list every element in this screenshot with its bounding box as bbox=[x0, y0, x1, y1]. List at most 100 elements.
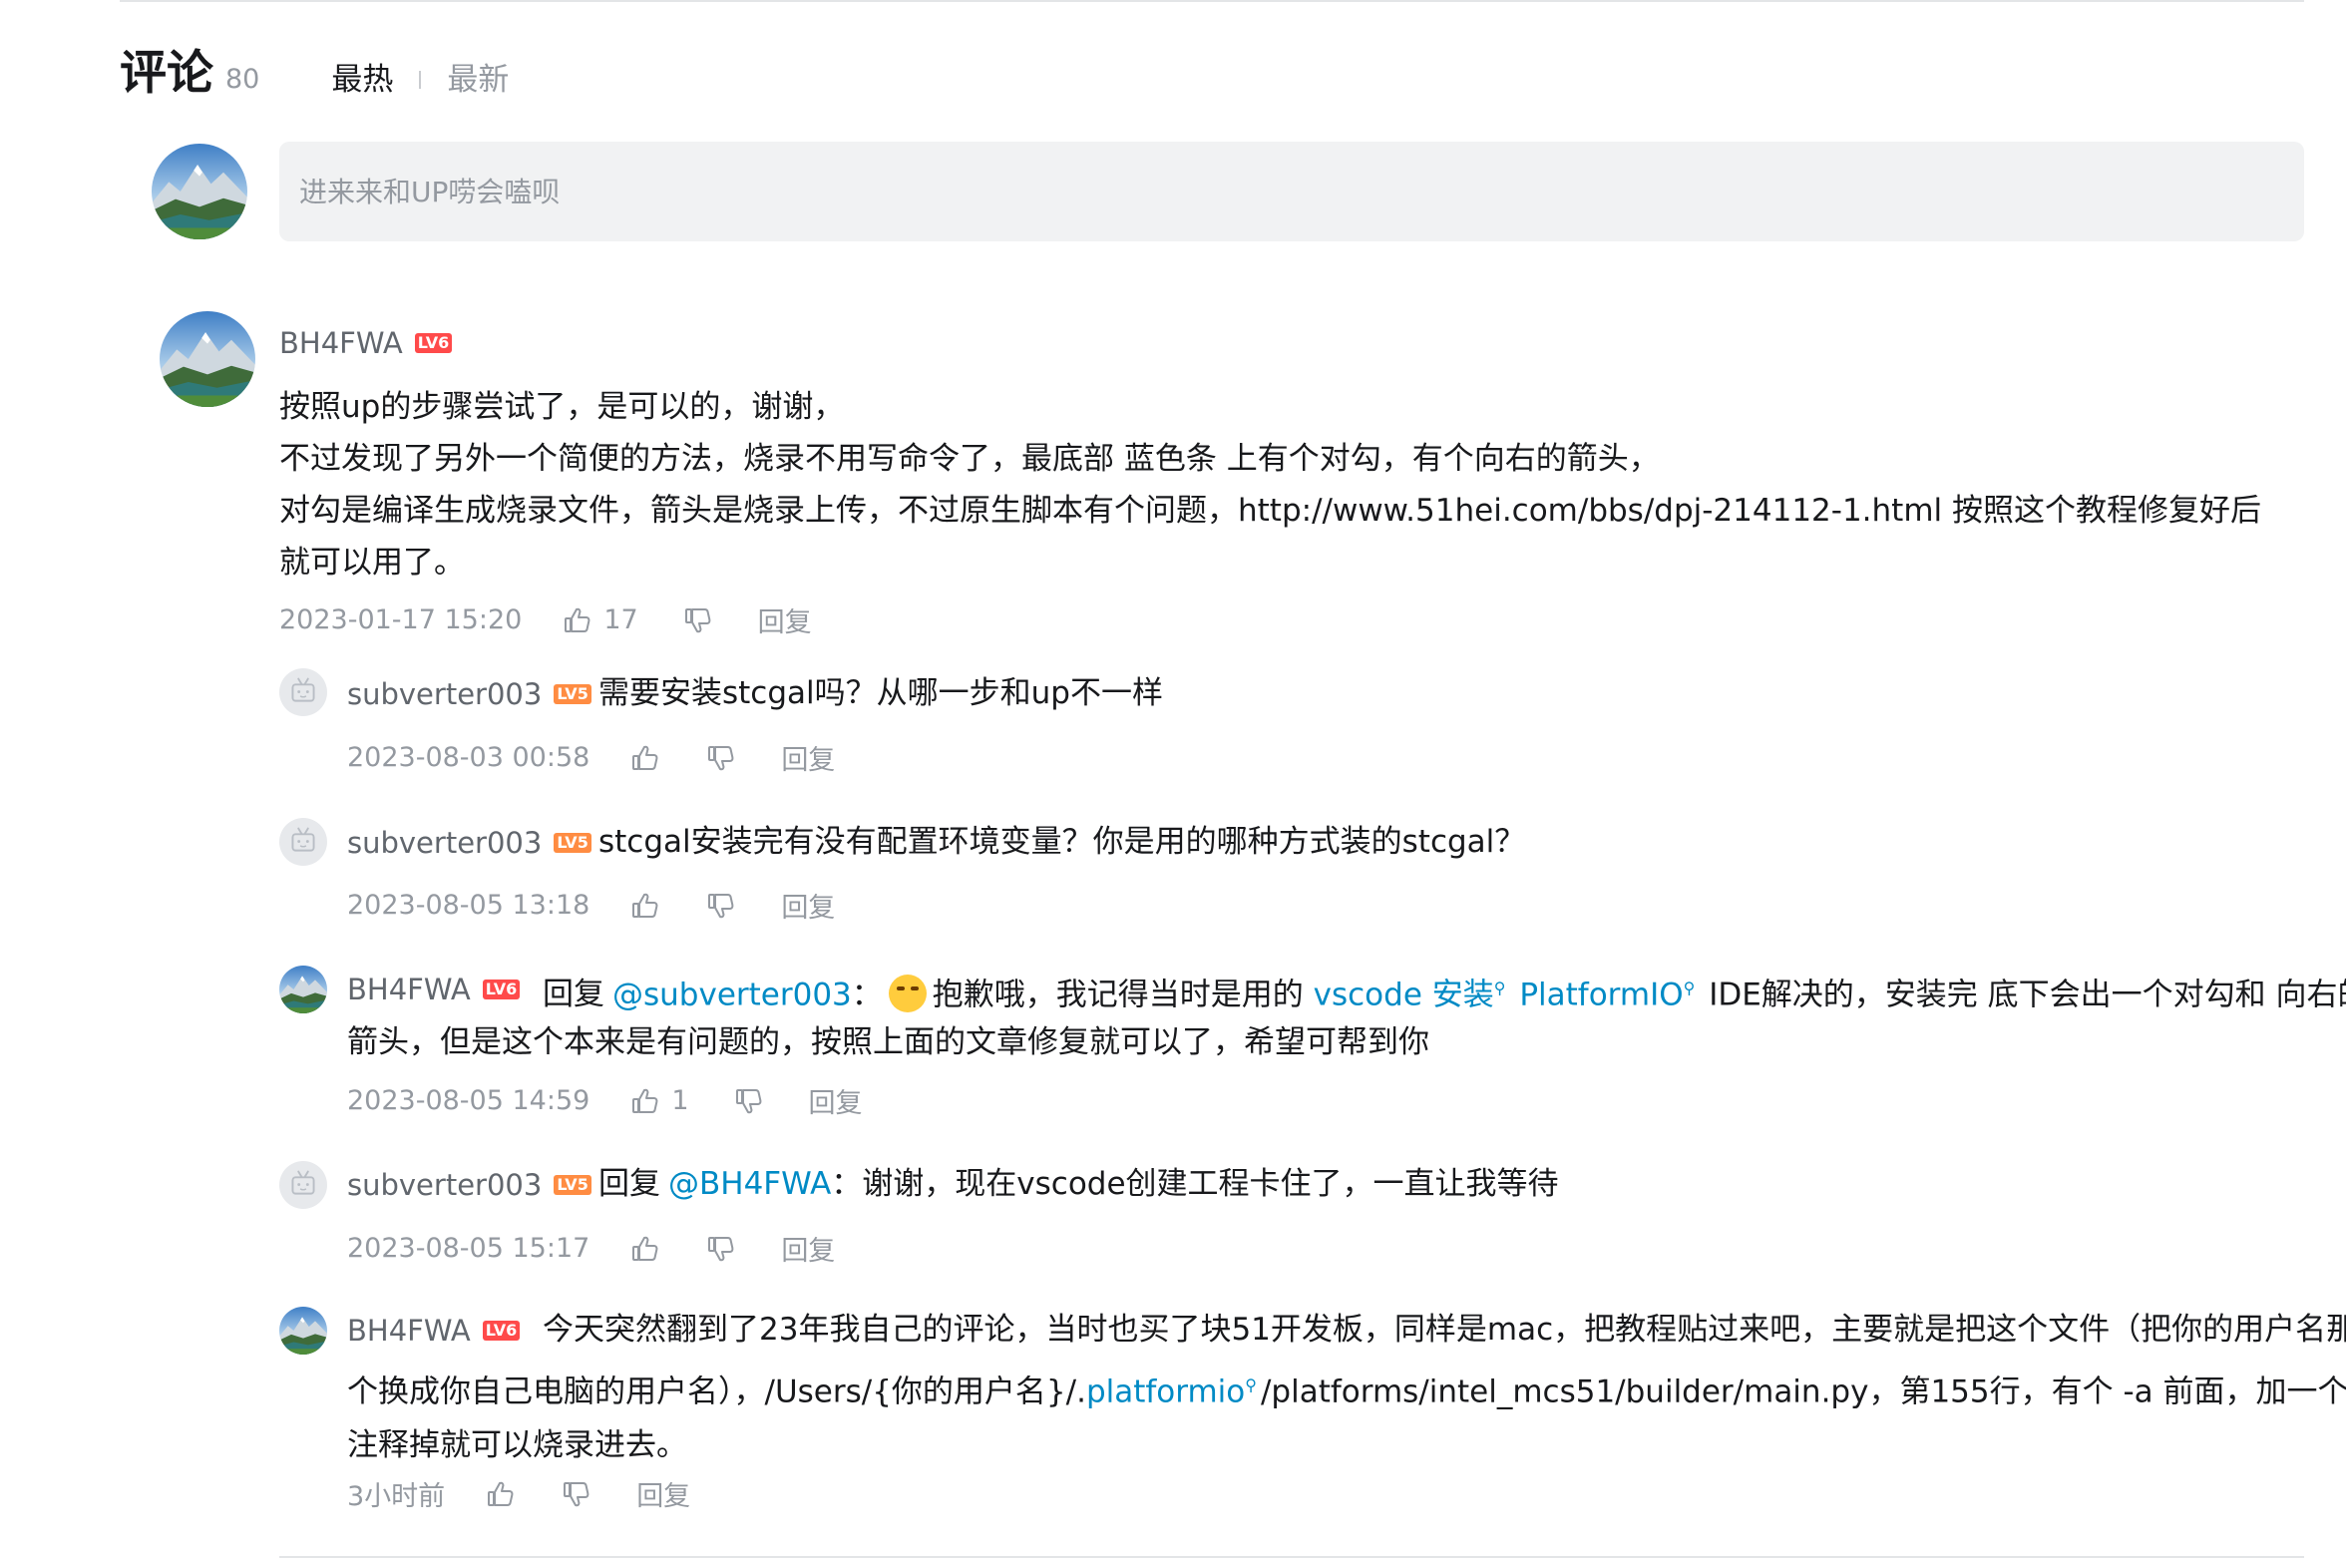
reply-author: BH4FWA LV6 bbox=[347, 972, 521, 1007]
thumb-down-icon bbox=[733, 1085, 765, 1117]
comment-input[interactable] bbox=[279, 142, 2304, 241]
level-badge: LV5 bbox=[554, 833, 591, 853]
username[interactable]: BH4FWA bbox=[279, 325, 403, 361]
like-button[interactable]: 1 bbox=[629, 1085, 689, 1117]
level-badge: LV6 bbox=[414, 333, 453, 353]
avatar[interactable] bbox=[279, 966, 327, 1013]
reply-text: 个换成你自己电脑的用户名），/Users/{你的用户名}/. bbox=[347, 1373, 1086, 1410]
reply-button[interactable]: 回复 bbox=[781, 738, 835, 777]
reply-button[interactable]: 回复 bbox=[809, 1081, 863, 1120]
reply-content: 需要安装stcgal吗？从哪一步和up不一样 bbox=[598, 666, 1163, 720]
username[interactable]: BH4FWA bbox=[347, 972, 471, 1007]
level-badge: LV6 bbox=[482, 1321, 521, 1341]
comments-header: 评论 80 最热 最新 bbox=[120, 40, 509, 102]
sort-new-tab[interactable]: 最新 bbox=[447, 58, 509, 102]
like-button[interactable] bbox=[485, 1478, 517, 1510]
reply-time: 2023-08-05 14:59 bbox=[347, 1085, 590, 1116]
reply-author: BH4FWA LV6 bbox=[347, 1313, 521, 1349]
bottom-divider bbox=[279, 1556, 2304, 1558]
dislike-button[interactable] bbox=[705, 890, 737, 922]
search-icon: ⚲ bbox=[1683, 979, 1696, 997]
avatar[interactable] bbox=[279, 668, 327, 716]
reply-button[interactable]: 回复 bbox=[781, 886, 835, 925]
reply-colon: ： bbox=[851, 977, 883, 1013]
reply-line: 今天突然翻到了23年我自己的评论，当时也买了块51开发板，同样是mac，把教程贴… bbox=[543, 1312, 2346, 1348]
reply-time: 3小时前 bbox=[347, 1481, 446, 1512]
avatar[interactable] bbox=[279, 818, 327, 866]
reply-content-continued: 个换成你自己电脑的用户名），/Users/{你的用户名}/.platformio… bbox=[347, 1359, 2346, 1472]
my-avatar[interactable] bbox=[152, 144, 247, 239]
username[interactable]: subverter003 bbox=[347, 676, 542, 712]
dislike-button[interactable] bbox=[561, 1478, 592, 1510]
reply-line: 个换成你自己电脑的用户名），/Users/{你的用户名}/.platformio… bbox=[347, 1359, 2346, 1418]
like-count: 1 bbox=[671, 1085, 689, 1116]
sort-divider bbox=[419, 71, 422, 89]
reply-line: 回复 @subverter003： 抱歉哦，我记得当时是用的 vscode 安装⚲ … bbox=[543, 962, 2346, 1021]
avatar[interactable] bbox=[160, 311, 255, 407]
reply-prefix: 回复 bbox=[543, 977, 604, 1013]
search-link[interactable]: platformio bbox=[1086, 1373, 1245, 1409]
reply-content-continued: 箭头，但是这个本来是有问题的，按照上面的文章修复就可以了，希望可帮到你 bbox=[347, 1015, 1429, 1069]
dislike-button[interactable] bbox=[733, 1085, 765, 1117]
username[interactable]: subverter003 bbox=[347, 825, 542, 861]
reply-time: 2023-08-05 13:18 bbox=[347, 890, 590, 921]
reply-info: 2023-08-03 00:58 回复 bbox=[347, 738, 835, 777]
comment-line: 就可以用了。 bbox=[279, 545, 465, 581]
like-button[interactable]: 17 bbox=[562, 604, 638, 636]
search-icon: ⚲ bbox=[1245, 1375, 1257, 1394]
mention-link[interactable]: @BH4FWA bbox=[668, 1166, 831, 1202]
thumb-up-icon bbox=[562, 604, 593, 636]
thumb-up-icon bbox=[485, 1478, 517, 1510]
reply-text: IDE解决的，安装完 底下会出一个对勾和 向右的 bbox=[1709, 977, 2346, 1013]
reply-button[interactable]: 回复 bbox=[758, 600, 812, 639]
comment-content: 按照up的步骤尝试了，是可以的，谢谢， 不过发现了另外一个简便的方法，烧录不用写… bbox=[279, 381, 2261, 588]
reply-content: 回复 @BH4FWA：谢谢，现在vscode创建工程卡住了，一直让我等待 bbox=[598, 1157, 1559, 1211]
reply-line: 箭头，但是这个本来是有问题的，按照上面的文章修复就可以了，希望可帮到你 bbox=[347, 1024, 1429, 1060]
comment-line: 按照up的步骤尝试了，是可以的，谢谢， bbox=[279, 389, 845, 425]
reply-text: 抱歉哦，我记得当时是用的 bbox=[932, 977, 1304, 1013]
reply-line: 注释掉就可以烧录进去。 bbox=[347, 1427, 687, 1464]
reply-info: 3小时前 回复 bbox=[347, 1474, 690, 1513]
level-badge: LV6 bbox=[482, 980, 521, 999]
reply-line: 需要安装stcgal吗？从哪一步和up不一样 bbox=[598, 675, 1163, 711]
reply-author: subverter003 LV5 bbox=[347, 676, 591, 712]
like-button[interactable] bbox=[629, 742, 661, 774]
avatar[interactable] bbox=[279, 1161, 327, 1209]
thumb-down-icon bbox=[561, 1478, 592, 1510]
reply-content: 今天突然翻到了23年我自己的评论，当时也买了块51开发板，同样是mac，把教程贴… bbox=[543, 1303, 2346, 1357]
comment-author: BH4FWA LV6 bbox=[279, 325, 453, 361]
like-button[interactable] bbox=[629, 1233, 661, 1265]
reply-prefix: 回复 bbox=[598, 1166, 660, 1202]
comment-info: 2023-01-17 15:20 17 回复 bbox=[279, 600, 812, 639]
thumb-up-icon bbox=[629, 742, 661, 774]
sort-tabs: 最热 最新 bbox=[331, 58, 509, 102]
like-count: 17 bbox=[603, 604, 638, 635]
top-divider bbox=[120, 0, 2304, 2]
reply-colon: ： bbox=[831, 1166, 863, 1202]
mention-link[interactable]: @subverter003 bbox=[612, 977, 852, 1012]
comment-line: 不过发现了另外一个简便的方法，烧录不用写命令了，最底部 蓝色条 上有个对勾，有个… bbox=[279, 441, 1660, 477]
thumb-up-icon bbox=[629, 890, 661, 922]
thumb-down-icon bbox=[705, 890, 737, 922]
level-badge: LV5 bbox=[554, 684, 591, 704]
thumb-up-icon bbox=[629, 1085, 661, 1117]
sorry-emoji-icon bbox=[888, 975, 927, 1013]
username[interactable]: BH4FWA bbox=[347, 1313, 471, 1349]
dislike-button[interactable] bbox=[682, 604, 714, 636]
search-link[interactable]: vscode 安装 bbox=[1314, 977, 1494, 1012]
thumb-up-icon bbox=[629, 1233, 661, 1265]
avatar[interactable] bbox=[279, 1307, 327, 1355]
like-button[interactable] bbox=[629, 890, 661, 922]
username[interactable]: subverter003 bbox=[347, 1167, 542, 1203]
reply-button[interactable]: 回复 bbox=[781, 1229, 835, 1268]
reply-info: 2023-08-05 14:59 1 回复 bbox=[347, 1081, 863, 1120]
dislike-button[interactable] bbox=[705, 1233, 737, 1265]
sort-hot-tab[interactable]: 最热 bbox=[331, 58, 393, 102]
reply-info: 2023-08-05 15:17 回复 bbox=[347, 1229, 835, 1268]
comment-time: 2023-01-17 15:20 bbox=[279, 604, 523, 635]
reply-button[interactable]: 回复 bbox=[636, 1474, 690, 1513]
search-link[interactable]: PlatformIO bbox=[1519, 977, 1683, 1012]
dislike-button[interactable] bbox=[705, 742, 737, 774]
reply-text: 谢谢，现在vscode创建工程卡住了，一直让我等待 bbox=[862, 1166, 1559, 1202]
search-icon: ⚲ bbox=[1493, 979, 1506, 997]
